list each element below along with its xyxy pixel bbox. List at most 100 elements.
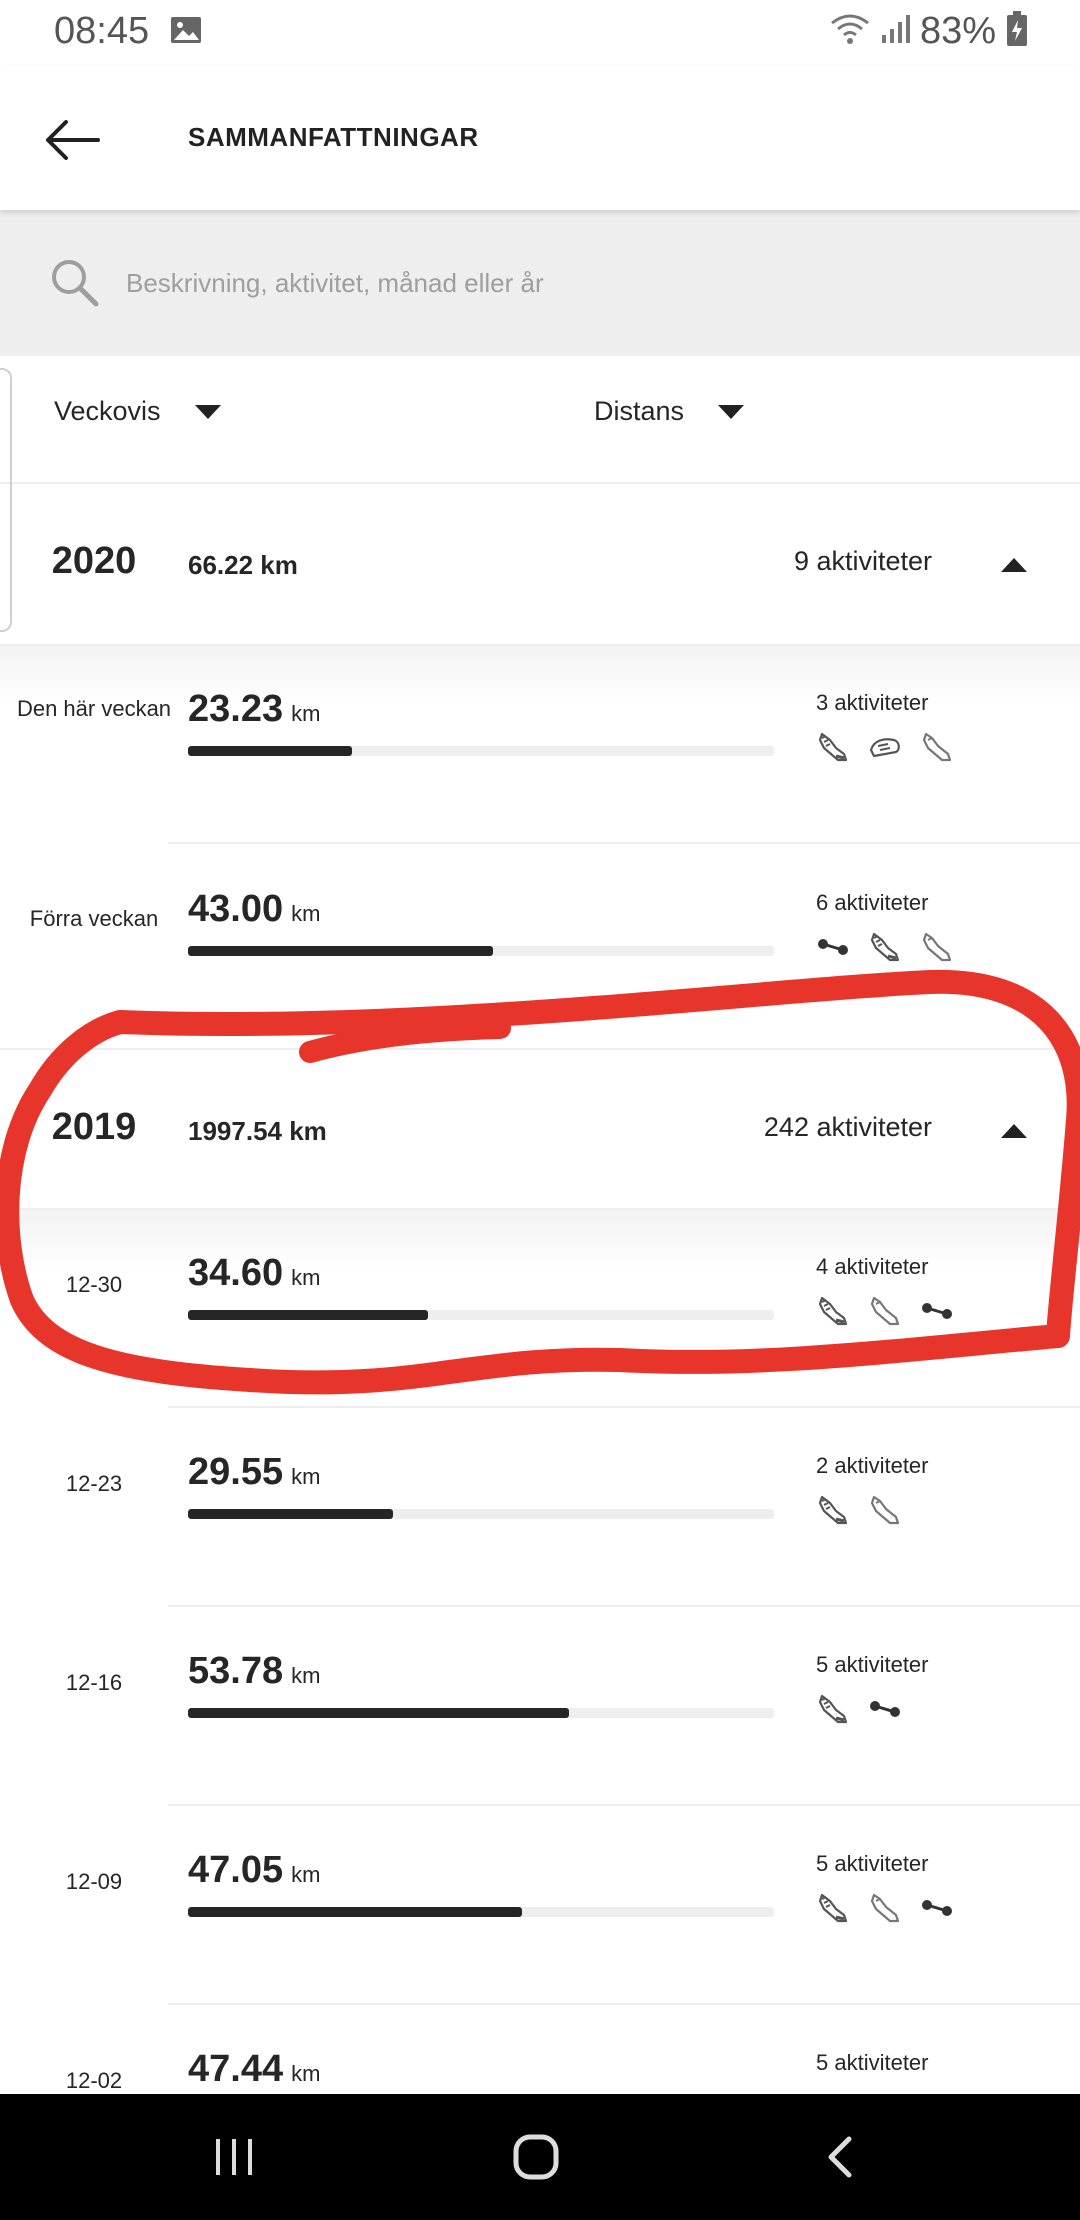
week-activity-count: 5 aktiviteter [816,1851,929,1876]
collapse-button[interactable] [984,540,1044,590]
activity-icons [816,1294,954,1328]
week-distance-unit: km [291,2061,321,2086]
year-header-2020[interactable]: 2020 66.22 km 9 aktiviteter [0,484,1080,646]
activity-icons [816,1692,902,1726]
week-distance: 47.44 km [188,2048,320,2091]
caret-up-icon [1001,558,1027,572]
side-panel-edge[interactable] [0,368,12,632]
week-distance-value: 47.44 [188,2048,284,2090]
dumbbell-icon [868,1692,902,1726]
week-progress-fill [188,746,353,756]
activity-icons [816,1493,902,1527]
arrow-left-icon [46,120,100,160]
week-distance-value: 43.00 [188,888,284,930]
chevron-left-icon [828,2136,852,2178]
signal-icon [880,13,910,50]
status-time: 08:45 [54,10,150,52]
week-distance-unit: km [291,1265,321,1290]
search-icon [48,256,100,308]
week-distance-unit: km [291,901,321,926]
home-button[interactable] [496,2124,576,2190]
running-shoe-icon [816,1294,850,1328]
year-label: 2020 [51,540,137,582]
week-progress-bar [188,1310,774,1320]
activity-icons [816,1891,954,1925]
status-bar: 08:45 83% [0,0,1080,66]
week-activity-count: 5 aktiviteter [816,2050,929,2075]
week-distance-value: 53.78 [188,1650,284,1692]
dumbbell-icon [920,1294,954,1328]
week-label: Förra veckan [29,906,159,931]
week-label: 12-16 [65,1670,123,1695]
week-progress-fill [188,1509,394,1519]
week-row[interactable]: Förra veckan 43.00 km 6 aktiviteter [0,846,1080,1044]
divider [168,1605,1080,1607]
dumbbell-icon [816,930,850,964]
search-input[interactable] [126,258,1026,308]
week-row[interactable]: Den här veckan 23.23 km 3 aktiviteter [0,646,1080,844]
recent-apps-button[interactable] [194,2124,274,2190]
week-progress-bar [188,946,774,956]
back-nav-button[interactable] [800,2124,880,2190]
week-activity-count: 4 aktiviteter [816,1254,929,1279]
period-dropdown-label: Veckovis [54,396,161,426]
week-row[interactable]: 12-16 53.78 km 5 aktiviteter [0,1608,1080,1806]
week-progress-bar [188,746,774,756]
week-progress-fill [188,1310,429,1320]
week-row[interactable]: 12-30 34.60 km 4 aktiviteter [0,1210,1080,1408]
running-shoe-icon [816,730,850,764]
week-distance-unit: km [291,1862,321,1887]
running-shoe-icon [816,1493,850,1527]
search-bar [0,210,1080,356]
week-progress-bar [188,1708,774,1718]
week-activity-count: 2 aktiviteter [816,1453,929,1478]
gallery-notification-icon [170,16,202,44]
week-label: 12-09 [65,1869,123,1894]
week-distance-value: 34.60 [188,1252,284,1294]
year-header-2019[interactable]: 2019 1997.54 km 242 aktiviteter [0,1048,1080,1210]
week-distance-unit: km [291,1464,321,1489]
divider [168,1804,1080,1806]
week-distance: 43.00 km [188,888,320,931]
divider [168,2003,1080,2005]
recent-apps-icon [216,2139,252,2175]
week-distance: 47.05 km [188,1849,320,1892]
divider [168,1406,1080,1408]
metric-dropdown-label: Distans [594,396,685,426]
system-navigation-bar [0,2094,1080,2220]
running-shoe-icon [816,1891,850,1925]
activity-icons [816,730,954,764]
activity-icons [816,930,954,964]
week-activity-count: 5 aktiviteter [816,1652,929,1677]
week-distance-unit: km [291,1663,321,1688]
week-distance-value: 23.23 [188,688,284,730]
walking-shoe-icon [920,730,954,764]
walking-shoe-icon [920,930,954,964]
week-distance: 29.55 km [188,1451,320,1494]
week-label: 12-02 [65,2068,123,2093]
year-distance: 66.22 km [188,550,298,580]
year-activity-count: 9 aktiviteter [793,546,932,576]
battery-charging-icon [1006,11,1028,52]
week-progress-bar [188,1509,774,1519]
walking-shoe-icon [868,1493,902,1527]
week-distance: 53.78 km [188,1650,320,1693]
period-dropdown[interactable]: Veckovis [54,396,221,427]
back-button[interactable] [36,104,108,176]
year-distance: 1997.54 km [188,1116,327,1146]
status-icons: 83% [830,10,1028,53]
week-label: Den här veckan [16,696,172,721]
week-distance-value: 29.55 [188,1451,284,1493]
cycling-shoe-icon [868,730,902,764]
week-row[interactable]: 12-09 47.05 km 5 aktiviteter [0,1807,1080,2005]
caret-down-icon [718,404,745,419]
week-progress-fill [188,1708,569,1718]
collapse-button[interactable] [984,1106,1044,1156]
metric-dropdown[interactable]: Distans [594,396,745,427]
running-shoe-icon [868,930,902,964]
week-distance: 34.60 km [188,1252,320,1295]
year-activity-count: 242 aktiviteter [763,1112,932,1142]
week-activity-count: 3 aktiviteter [816,690,929,715]
week-row[interactable]: 12-23 29.55 km 2 aktiviteter [0,1409,1080,1607]
battery-percentage: 83% [919,10,996,52]
